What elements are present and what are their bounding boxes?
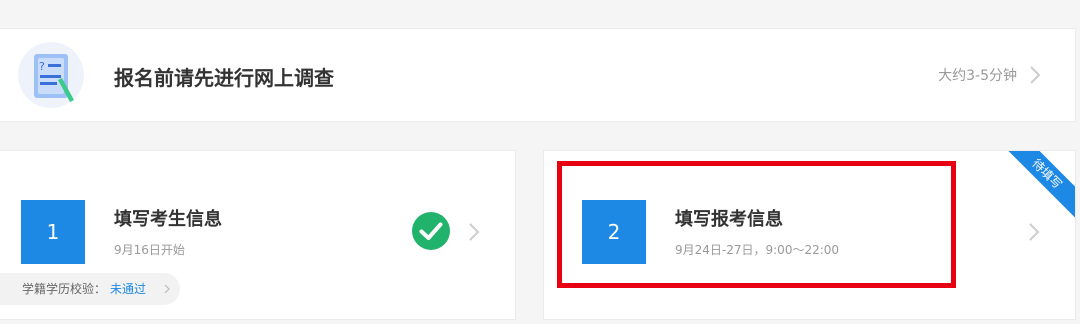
svg-text:?: ?: [39, 60, 45, 73]
chevron-right-icon[interactable]: [1028, 222, 1040, 242]
step-card-student-info[interactable]: 1 填写考生信息 9月16日开始 学籍学历校验： 未通过: [0, 150, 516, 320]
step-number: 1: [21, 200, 85, 264]
step-title: 填写考生信息: [114, 209, 222, 230]
step-date: 9月16日开始: [114, 243, 185, 257]
pending-badge: 待填写: [996, 151, 1075, 225]
step-title: 填写报考信息: [675, 209, 783, 230]
verification-status[interactable]: 学籍学历校验： 未通过: [0, 273, 180, 305]
survey-duration: 大约3-5分钟: [938, 68, 1017, 84]
verification-label: 学籍学历校验：: [22, 282, 107, 296]
step-card-registration-info[interactable]: 待填写 2 填写报考信息 9月24日-27日，9:00～22:00: [543, 150, 1076, 320]
questionnaire-icon: ?: [18, 42, 84, 108]
survey-title: 报名前请先进行网上调查: [114, 66, 334, 90]
chevron-right-icon[interactable]: [468, 222, 480, 242]
step-number: 2: [582, 200, 646, 264]
chevron-right-icon[interactable]: [1029, 65, 1041, 85]
chevron-right-icon: [164, 284, 170, 294]
survey-card[interactable]: ? 报名前请先进行网上调查 大约3-5分钟: [0, 28, 1076, 122]
verification-result[interactable]: 未通过: [110, 282, 146, 296]
step-date: 9月24日-27日，9:00～22:00: [675, 243, 840, 257]
check-circle-icon: [412, 212, 450, 250]
